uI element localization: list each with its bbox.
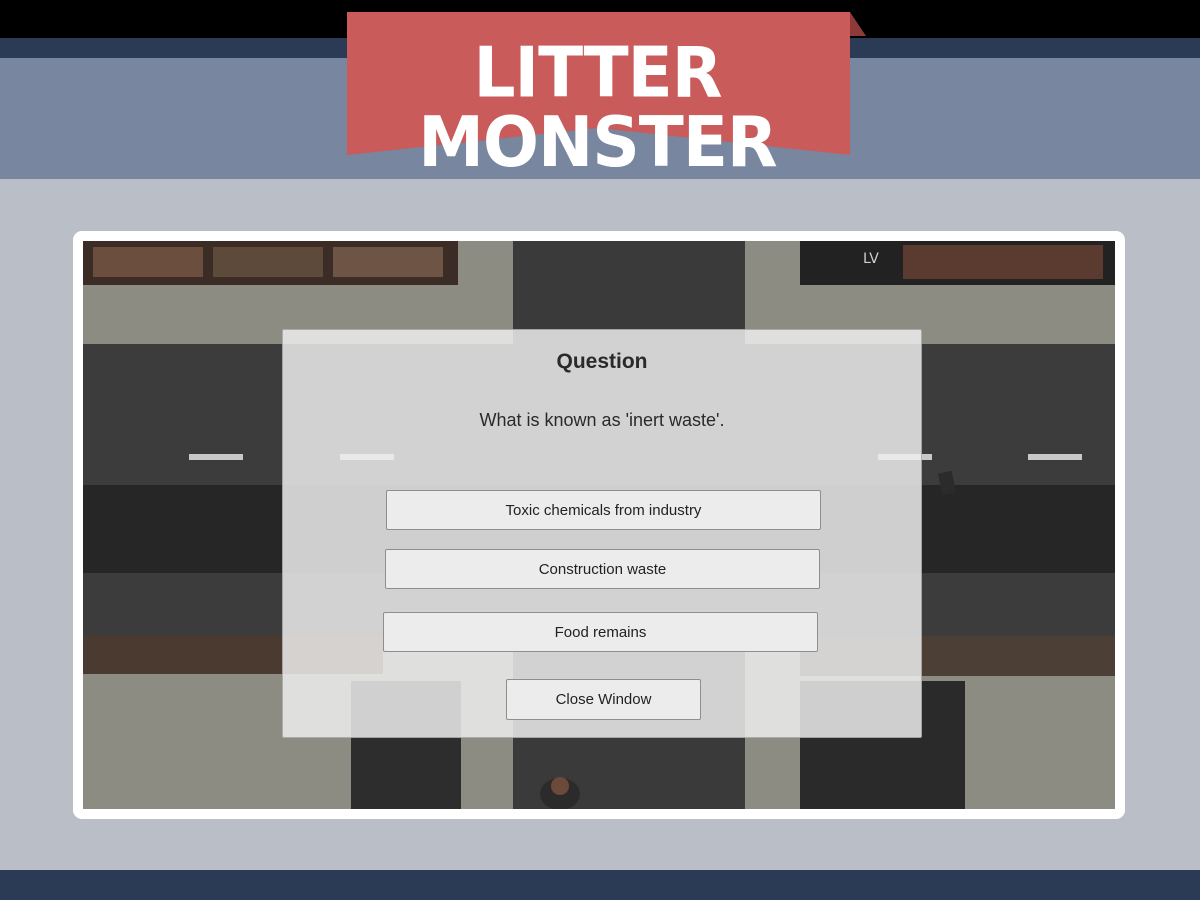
footer-bar <box>0 870 1200 900</box>
answer-button-3[interactable]: Food remains <box>383 612 818 652</box>
answer-button-1[interactable]: Toxic chemicals from industry <box>386 490 821 530</box>
answer-button-2[interactable]: Construction waste <box>385 549 820 589</box>
dialog-title: Question <box>556 350 648 373</box>
logo-title: LITTER MONSTER <box>418 32 777 183</box>
close-window-button[interactable]: Close Window <box>506 679 701 720</box>
question-text: What is known as 'inert waste'. <box>479 410 725 430</box>
game-viewport[interactable]: LV Question What is known as 'inert wast… <box>83 241 1115 809</box>
question-dialog: Question What is known as 'inert waste'.… <box>282 329 922 738</box>
svg-text:LV: LV <box>863 251 879 267</box>
logo-banner: LITTER MONSTER <box>345 12 867 177</box>
